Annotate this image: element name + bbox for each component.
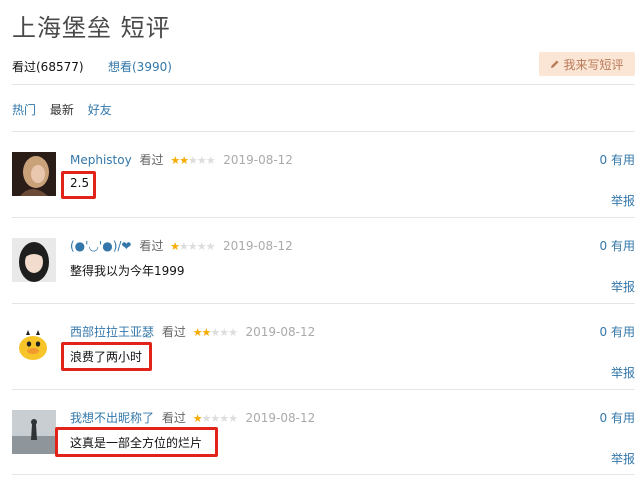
divider	[12, 84, 635, 85]
star-rating: ★★★★★	[192, 326, 238, 339]
report-link[interactable]: 举报	[611, 364, 635, 381]
useful-vote[interactable]: 0 有用	[600, 409, 635, 426]
review-meta: Mephistoy 看过 ★★★★★ 2019-08-12	[70, 151, 293, 168]
review-date: 2019-08-12	[245, 325, 316, 339]
review-item: Mephistoy 看过 ★★★★★ 2019-08-12 0 有用 2.5 举…	[12, 152, 635, 238]
page-title: 上海堡垒 短评	[12, 14, 171, 42]
review-item: 我想不出昵称了 看过 ★★★★★ 2019-08-12 0 有用 这真是一部全方…	[12, 410, 635, 496]
pencil-icon	[551, 60, 559, 68]
review-content: 整得我以为今年1999	[70, 264, 185, 278]
report-link[interactable]: 举报	[611, 192, 635, 209]
useful-vote[interactable]: 0 有用	[600, 323, 635, 340]
divider	[12, 217, 635, 218]
star-rating: ★★★★★	[170, 154, 215, 167]
review-user[interactable]: Mephistoy	[70, 153, 132, 167]
review-status: 看过	[161, 325, 186, 339]
divider	[12, 131, 635, 132]
sort-hot[interactable]: 热门	[12, 103, 36, 117]
review-status: 看过	[139, 239, 164, 253]
review-user[interactable]: (●'◡'●)/❤	[70, 239, 131, 253]
sort-new[interactable]: 最新	[50, 103, 74, 117]
review-meta: 西部拉拉王亚瑟 看过 ★★★★★ 2019-08-12	[70, 323, 315, 340]
avatar[interactable]	[12, 152, 56, 196]
review-item: (●'◡'●)/❤ 看过 ★★★★★ 2019-08-12 0 有用 整得我以为…	[12, 238, 635, 324]
star-rating: ★★★★★	[170, 240, 215, 253]
report-link[interactable]: 举报	[611, 278, 635, 295]
avatar[interactable]	[12, 410, 56, 454]
review-status: 看过	[139, 153, 164, 167]
review-status: 看过	[161, 411, 186, 425]
divider	[12, 389, 635, 390]
review-date: 2019-08-12	[222, 239, 293, 253]
useful-vote[interactable]: 0 有用	[600, 237, 635, 254]
review-item: 西部拉拉王亚瑟 看过 ★★★★★ 2019-08-12 0 有用 浪费了两小时 …	[12, 324, 635, 410]
write-review-button[interactable]: 我来写短评	[539, 52, 635, 76]
avatar[interactable]	[12, 238, 56, 282]
tab-want[interactable]: 想看(3990)	[108, 58, 172, 75]
review-meta: 我想不出昵称了 看过 ★★★★★ 2019-08-12	[70, 409, 315, 426]
tab-seen[interactable]: 看过(68577)	[12, 58, 84, 75]
review-user[interactable]: 我想不出昵称了	[70, 411, 154, 425]
review-date: 2019-08-12	[245, 411, 316, 425]
useful-vote[interactable]: 0 有用	[600, 151, 635, 168]
avatar[interactable]	[12, 324, 56, 368]
sort-bar: 热门 最新 好友	[12, 101, 122, 118]
review-content: 浪费了两小时	[70, 350, 143, 364]
sort-friends[interactable]: 好友	[88, 103, 112, 117]
write-review-label: 我来写短评	[563, 57, 624, 72]
report-link[interactable]: 举报	[611, 450, 635, 467]
review-user[interactable]: 西部拉拉王亚瑟	[70, 325, 154, 339]
review-content: 这真是一部全方位的烂片	[70, 436, 203, 450]
review-meta: (●'◡'●)/❤ 看过 ★★★★★ 2019-08-12	[70, 237, 293, 254]
divider	[12, 303, 635, 304]
review-date: 2019-08-12	[223, 153, 293, 167]
star-rating: ★★★★★	[192, 412, 238, 425]
review-content: 2.5	[70, 176, 90, 190]
divider	[12, 474, 635, 475]
